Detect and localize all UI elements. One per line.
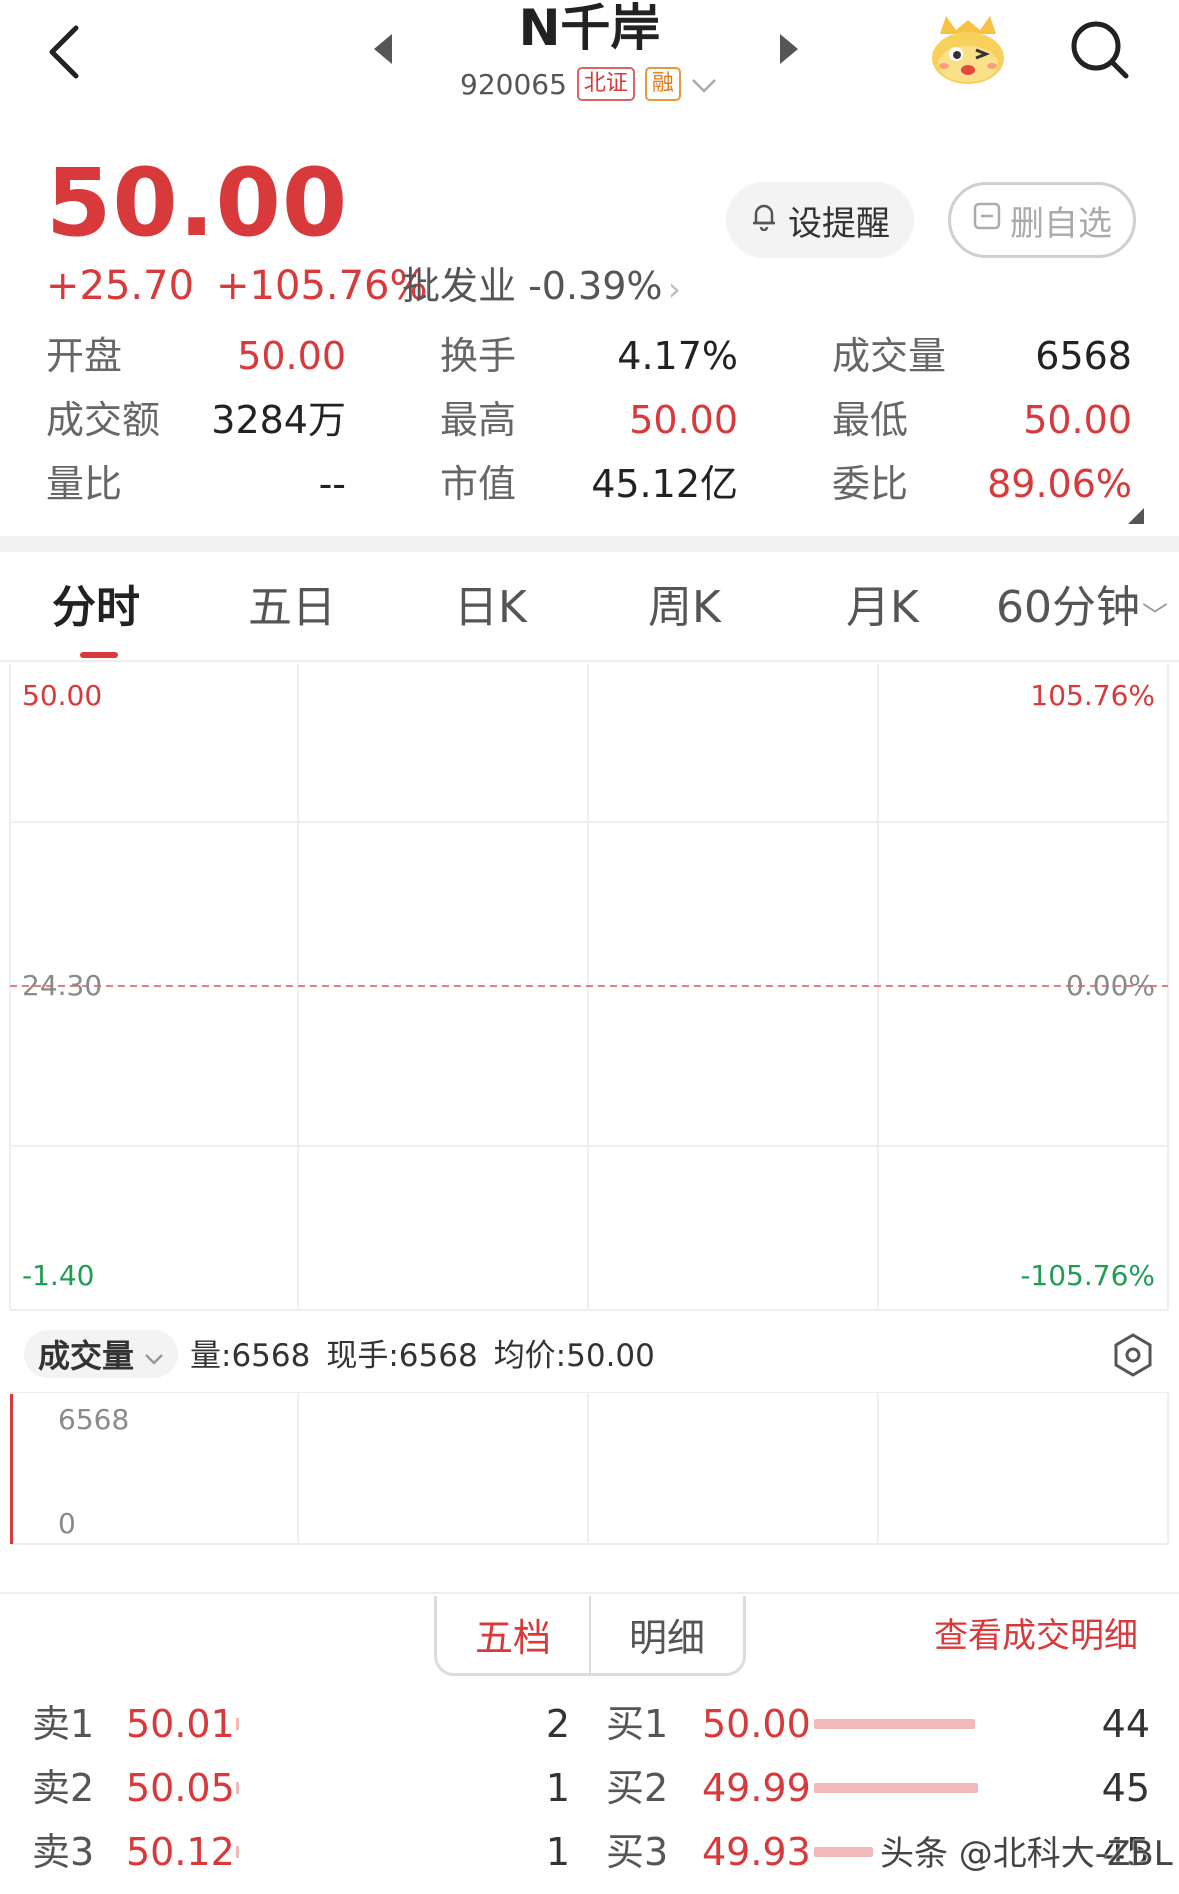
tab-60-minute[interactable]: 60分钟 bbox=[996, 582, 1140, 634]
bid-volume-bar bbox=[814, 1783, 978, 1793]
set-alert-button[interactable]: 设提醒 bbox=[726, 182, 914, 258]
bid-volume-bar bbox=[814, 1719, 975, 1729]
tab-divider bbox=[0, 660, 1179, 662]
volume-indicator-label: 成交量 bbox=[38, 1337, 135, 1375]
stock-code: 920065 bbox=[460, 67, 567, 101]
bid-price: 49.93 bbox=[702, 1830, 811, 1874]
remove-watchlist-button[interactable]: 删自选 bbox=[948, 182, 1136, 258]
stat-value-volume-ratio: -- bbox=[318, 462, 346, 506]
price-change-row: +25.70 +105.76% bbox=[46, 262, 450, 310]
bid-price: 49.99 bbox=[702, 1766, 811, 1810]
tab-monthly-k[interactable]: 月K bbox=[846, 582, 919, 634]
y-axis-top: 50.00 bbox=[22, 679, 103, 712]
industry-link[interactable]: 批发业 -0.39% bbox=[402, 262, 663, 310]
volume-indicator-select[interactable]: 成交量 bbox=[24, 1330, 179, 1378]
pct-axis-bottom: -105.76% bbox=[1020, 1259, 1155, 1292]
stock-code-row[interactable]: 920065 北证 融 bbox=[460, 64, 717, 104]
set-alert-label: 设提醒 bbox=[788, 203, 890, 244]
stat-label-market-cap: 市值 bbox=[440, 462, 517, 506]
settings-icon[interactable] bbox=[1110, 1332, 1156, 1378]
volume-grid bbox=[10, 1391, 1169, 1545]
ask-qty: 1 bbox=[545, 1766, 570, 1810]
ask-price: 50.05 bbox=[126, 1766, 235, 1810]
next-arrow-icon[interactable] bbox=[778, 32, 800, 70]
stat-label-open: 开盘 bbox=[46, 334, 123, 378]
volume-current: 现手:6568 bbox=[326, 1338, 478, 1374]
tab-five-levels[interactable]: 五档 bbox=[437, 1596, 591, 1673]
ask-volume-bar bbox=[236, 1846, 239, 1858]
exchange-tag: 北证 bbox=[576, 67, 635, 101]
ask-price: 50.01 bbox=[126, 1702, 235, 1746]
view-trade-detail-link[interactable]: 查看成交明细 bbox=[934, 1614, 1138, 1658]
price-change: +25.70 bbox=[46, 263, 195, 309]
volume-avg-price: 均价:50.00 bbox=[493, 1338, 655, 1374]
margin-tag: 融 bbox=[644, 67, 681, 101]
intraday-chart[interactable] bbox=[0, 664, 1179, 1314]
tab-five-day[interactable]: 五日 bbox=[248, 582, 336, 634]
active-tab-indicator bbox=[80, 652, 118, 658]
stat-value-turnover: 4.17% bbox=[617, 334, 738, 378]
volume-axis-top: 6568 bbox=[58, 1403, 130, 1436]
stat-label-high: 最高 bbox=[440, 398, 517, 442]
ask-volume-bar bbox=[236, 1782, 239, 1794]
ask-label: 卖1 bbox=[32, 1702, 95, 1746]
volume-info: 量:6568 现手:6568 均价:50.00 bbox=[190, 1336, 671, 1376]
ask-qty: 1 bbox=[545, 1830, 570, 1874]
chevron-right-icon: › bbox=[668, 270, 681, 308]
ask-label: 卖3 bbox=[32, 1830, 95, 1874]
bell-icon bbox=[750, 200, 778, 240]
stat-value-market-cap: 45.12亿 bbox=[591, 462, 738, 506]
stat-label-low: 最低 bbox=[832, 398, 909, 442]
bid-qty: 45 bbox=[1101, 1766, 1150, 1810]
stat-label-order-ratio: 委比 bbox=[832, 462, 909, 506]
bid-price: 50.00 bbox=[702, 1702, 811, 1746]
bid-label: 买1 bbox=[606, 1702, 669, 1746]
minus-box-icon bbox=[972, 200, 1002, 240]
stat-label-turnover: 换手 bbox=[440, 334, 517, 378]
ask-volume-bar bbox=[236, 1718, 239, 1730]
section-divider bbox=[0, 536, 1179, 552]
tab-intraday[interactable]: 分时 bbox=[52, 582, 140, 634]
volume-total: 量:6568 bbox=[190, 1338, 311, 1374]
search-icon[interactable] bbox=[1070, 18, 1130, 82]
section-divider bbox=[0, 1592, 1179, 1594]
watermark: 头条 @北科大-ZBL bbox=[880, 1834, 1173, 1874]
ask-price: 50.12 bbox=[126, 1830, 235, 1874]
bid-label: 买2 bbox=[606, 1766, 669, 1810]
mascot-icon[interactable] bbox=[928, 12, 1008, 88]
stat-value-high: 50.00 bbox=[629, 398, 738, 442]
orderbook-tabs: 五档 明细 bbox=[434, 1596, 746, 1676]
remove-watchlist-label: 删自选 bbox=[1010, 203, 1112, 244]
stat-label-volume: 成交量 bbox=[832, 334, 947, 378]
current-price: 50.00 bbox=[46, 149, 349, 258]
stat-value-order-ratio: 89.06% bbox=[987, 462, 1132, 506]
bid-qty: 44 bbox=[1101, 1702, 1150, 1746]
stat-label-amount: 成交额 bbox=[46, 398, 161, 442]
pct-axis-top: 105.76% bbox=[1030, 679, 1155, 712]
volume-axis-bottom: 0 bbox=[58, 1507, 76, 1540]
volume-chart[interactable] bbox=[0, 1391, 1179, 1552]
tab-trade-detail[interactable]: 明细 bbox=[591, 1596, 743, 1673]
y-axis-bottom: -1.40 bbox=[22, 1259, 95, 1292]
price-change-pct: +105.76% bbox=[216, 263, 428, 309]
chevron-down-icon[interactable]: ﹀ bbox=[1142, 596, 1168, 633]
ask-label: 卖2 bbox=[32, 1766, 95, 1810]
y-axis-mid: 24.30 bbox=[22, 969, 103, 1002]
dropdown-chevron-icon[interactable] bbox=[691, 68, 717, 101]
tab-weekly-k[interactable]: 周K bbox=[648, 582, 721, 634]
tab-daily-k[interactable]: 日K bbox=[454, 582, 527, 634]
stat-value-volume: 6568 bbox=[1035, 334, 1132, 378]
volume-bar bbox=[10, 1394, 13, 1544]
bid-label: 买3 bbox=[606, 1830, 669, 1874]
stat-value-low: 50.00 bbox=[1023, 398, 1132, 442]
stat-value-open: 50.00 bbox=[237, 334, 346, 378]
bid-volume-bar bbox=[814, 1847, 873, 1857]
stat-value-amount: 3284万 bbox=[211, 398, 346, 442]
ask-qty: 2 bbox=[545, 1702, 570, 1746]
chevron-down-icon bbox=[144, 1335, 164, 1373]
expand-corner-icon[interactable] bbox=[1128, 508, 1144, 524]
stat-label-volume-ratio: 量比 bbox=[46, 462, 123, 506]
pct-axis-mid: 0.00% bbox=[1066, 969, 1155, 1002]
